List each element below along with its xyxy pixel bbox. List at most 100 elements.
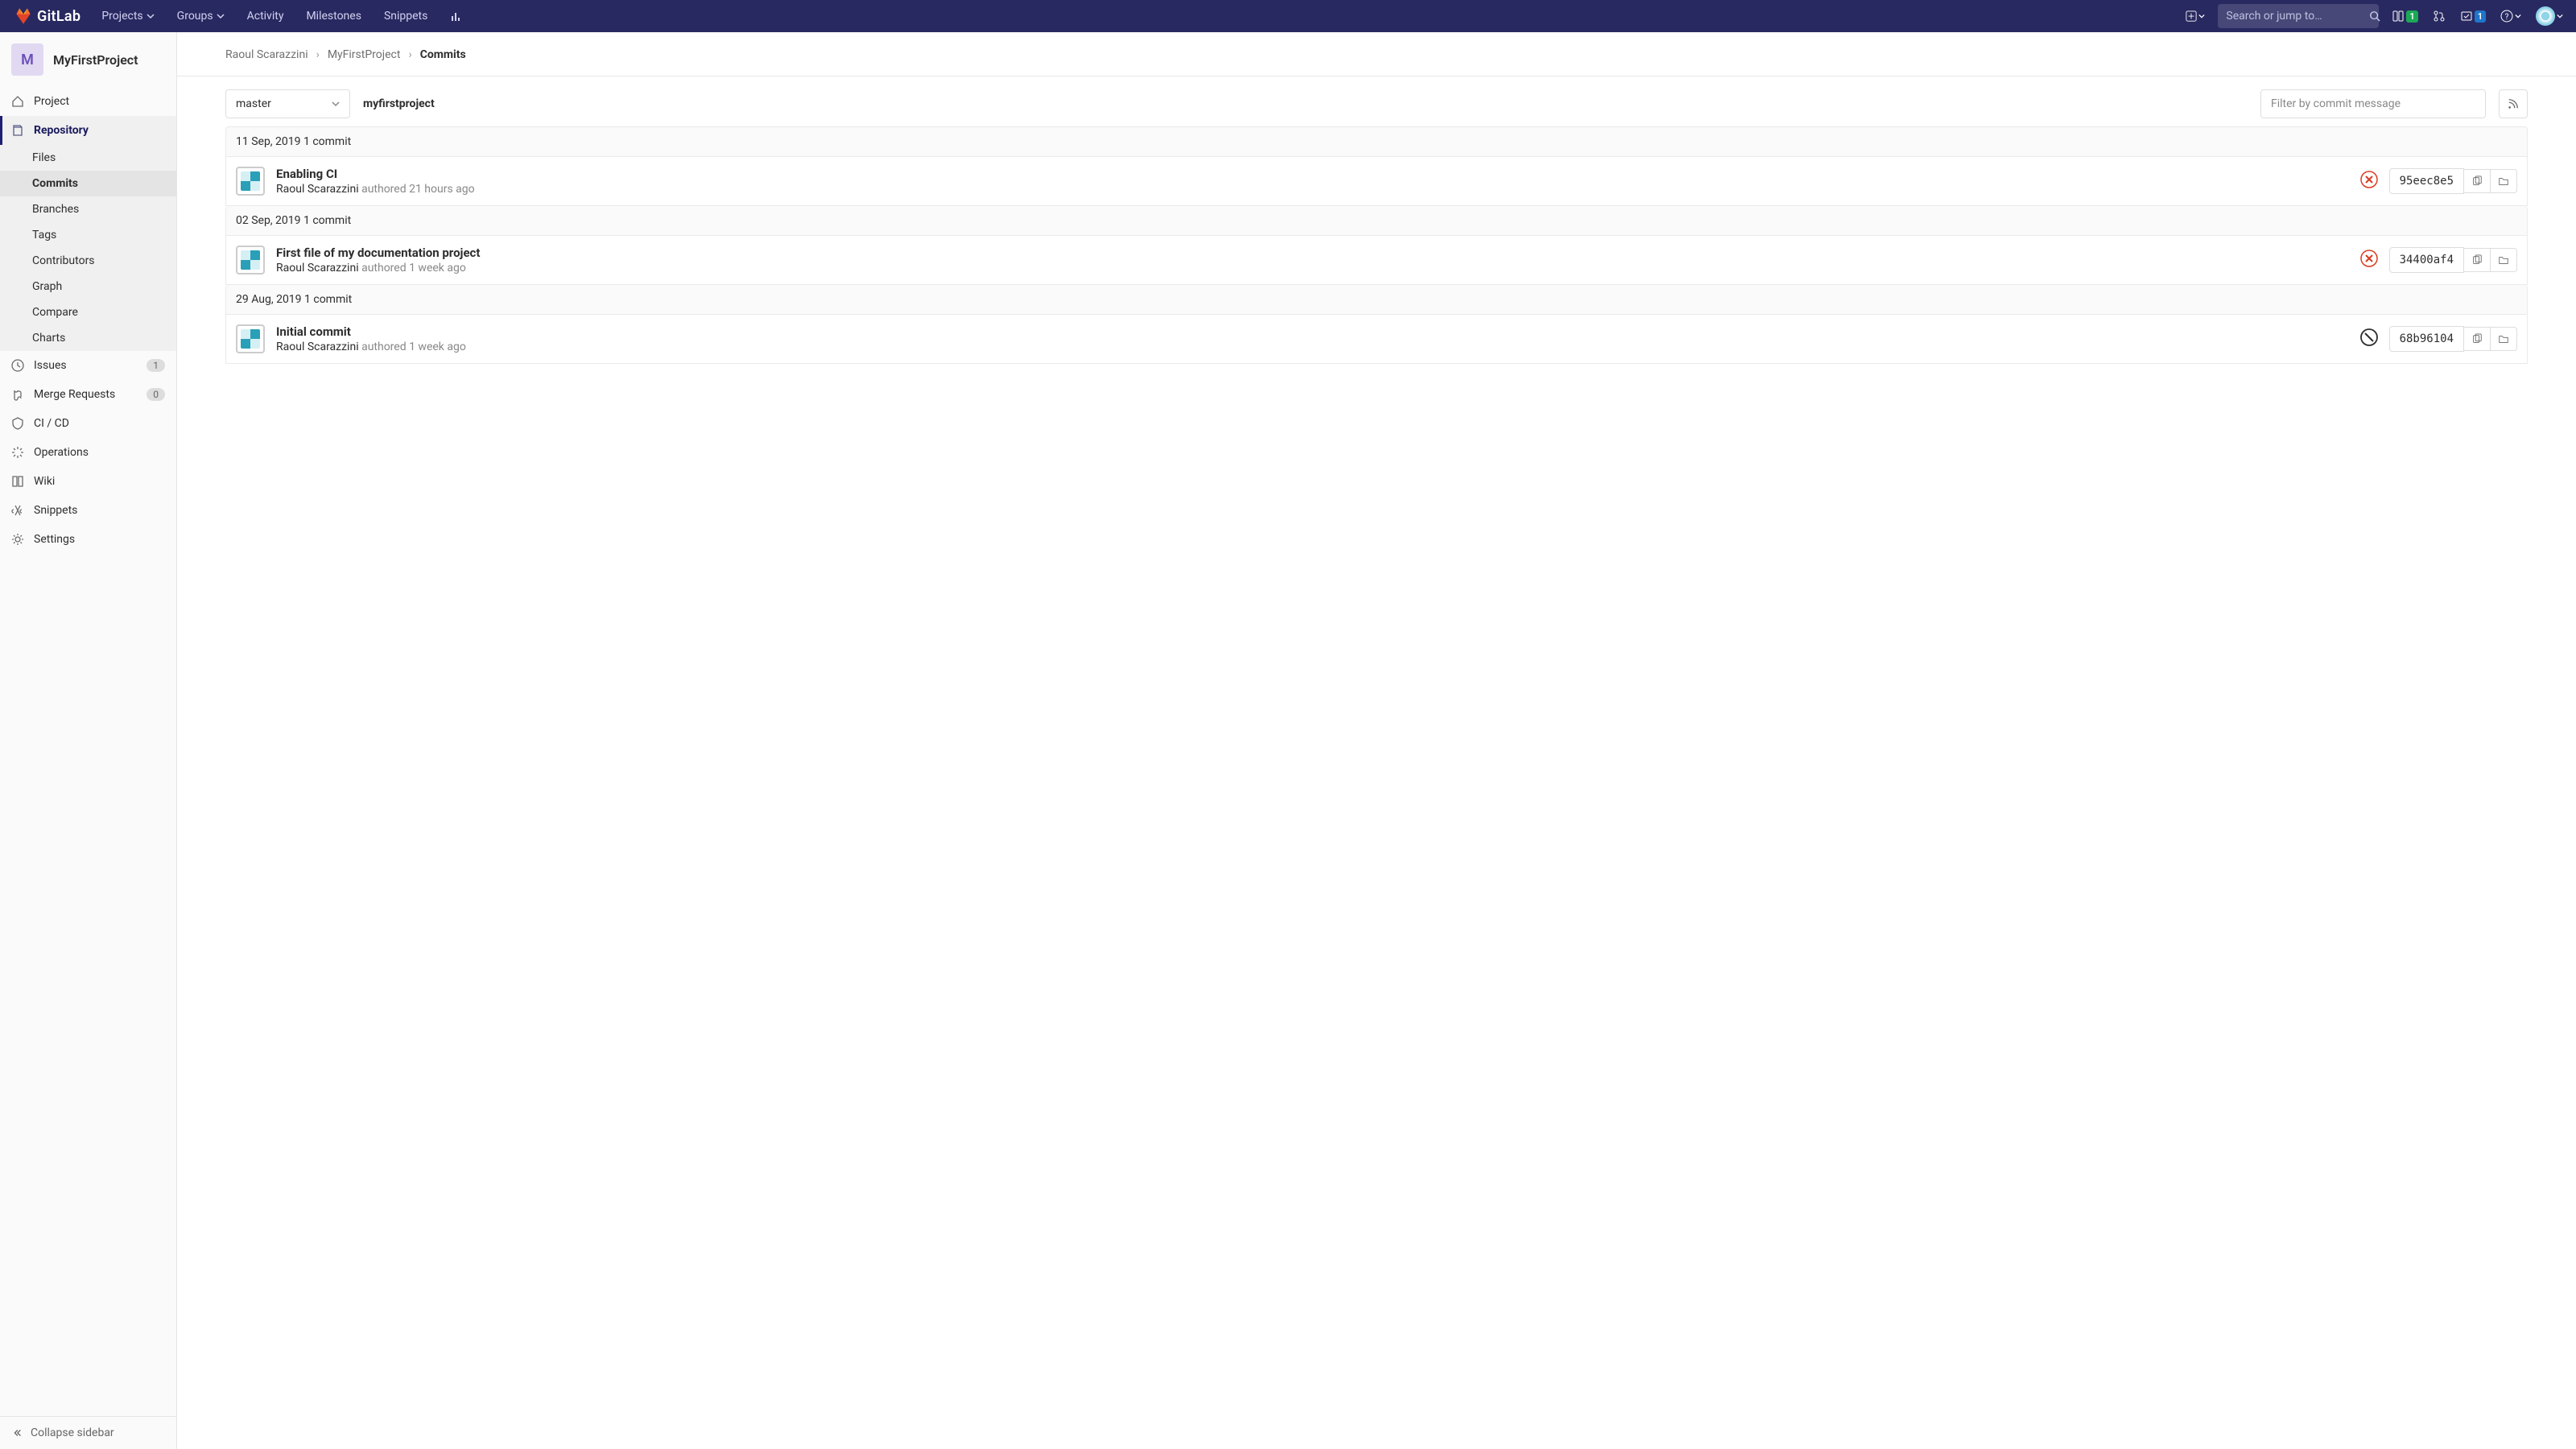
sidebar-sub-commits[interactable]: Commits	[0, 171, 176, 196]
browse-files-button[interactable]	[2491, 327, 2517, 351]
sidebar-item-ci-cd[interactable]: CI / CD	[0, 409, 176, 438]
copy-sha-button[interactable]	[2464, 169, 2491, 193]
collapse-label: Collapse sidebar	[31, 1426, 114, 1439]
pipelines-link[interactable]: 1	[2385, 0, 2424, 32]
commit-row: Enabling CI Raoul Scarazzini authored 21…	[225, 157, 2528, 206]
nav-icon	[11, 533, 24, 546]
browse-files-button[interactable]	[2491, 169, 2517, 193]
commit-sha[interactable]: 34400af4	[2389, 247, 2464, 273]
commit-avatar[interactable]	[236, 167, 265, 196]
copy-icon	[2471, 254, 2483, 266]
nav-icon	[11, 359, 24, 372]
commit-author-link[interactable]: Raoul Scarazzini	[276, 262, 359, 275]
copy-sha-button[interactable]	[2464, 248, 2491, 272]
commit-title-link[interactable]: Enabling CI	[276, 167, 2349, 181]
pipeline-icon	[2392, 10, 2405, 23]
search-input[interactable]	[2226, 10, 2369, 23]
sidebar-item-label: Project	[34, 95, 69, 108]
group-date: 11 Sep, 2019	[236, 135, 301, 148]
repo-path[interactable]: myfirstproject	[363, 97, 435, 110]
branch-select[interactable]: master	[225, 89, 350, 118]
sidebar-item-merge-requests[interactable]: Merge Requests0	[0, 380, 176, 409]
sidebar-item-label: Wiki	[34, 475, 55, 488]
group-count: 1 commit	[303, 214, 351, 227]
pipeline-status[interactable]	[2360, 171, 2378, 192]
chevron-down-icon	[2515, 13, 2521, 19]
commit-author-link[interactable]: Raoul Scarazzini	[276, 183, 359, 196]
sidebar-item-label: Settings	[34, 533, 75, 546]
main-content: Raoul Scarazzini › MyFirstProject › Comm…	[177, 32, 2576, 1449]
todos-badge: 1	[2475, 10, 2486, 23]
chevron-down-icon	[217, 12, 225, 20]
status-failed-icon	[2360, 171, 2378, 188]
nav-icon	[11, 475, 24, 488]
commit-title-link[interactable]: Initial commit	[276, 324, 2349, 339]
browse-files-button[interactable]	[2491, 248, 2517, 272]
sidebar-sub-charts[interactable]: Charts	[0, 325, 176, 351]
nav-icon	[11, 504, 24, 517]
commit-authored-text: authored 1 week ago	[361, 341, 466, 353]
brand[interactable]: GitLab	[6, 7, 89, 25]
pipeline-status[interactable]	[2360, 250, 2378, 270]
branch-select-value: master	[236, 97, 271, 110]
merge-requests-link[interactable]	[2426, 0, 2452, 32]
brand-text: GitLab	[37, 8, 80, 25]
breadcrumb-project[interactable]: MyFirstProject	[328, 48, 401, 61]
nav-icon	[11, 446, 24, 459]
sidebar-item-operations[interactable]: Operations	[0, 438, 176, 467]
project-header[interactable]: M MyFirstProject	[0, 32, 176, 87]
todos-link[interactable]: 1	[2454, 0, 2492, 32]
commit-title-link[interactable]: First file of my documentation project	[276, 246, 2349, 260]
breadcrumbs: Raoul Scarazzini › MyFirstProject › Comm…	[225, 32, 2528, 76]
collapse-sidebar[interactable]: Collapse sidebar	[0, 1416, 176, 1449]
sidebar-item-settings[interactable]: Settings	[0, 525, 176, 554]
sidebar-item-count: 1	[147, 359, 165, 372]
folder-icon	[2498, 333, 2509, 345]
sidebar-sub-contributors[interactable]: Contributors	[0, 248, 176, 274]
rss-feed-button[interactable]	[2499, 89, 2528, 118]
nav-analytics-icon[interactable]	[440, 0, 473, 32]
chevron-down-icon	[332, 100, 340, 108]
sidebar-item-wiki[interactable]: Wiki	[0, 467, 176, 496]
sidebar-sub-compare[interactable]: Compare	[0, 299, 176, 325]
sidebar-item-project[interactable]: Project	[0, 87, 176, 116]
nav-activity[interactable]: Activity	[237, 0, 294, 32]
nav-snippets[interactable]: Snippets	[374, 0, 437, 32]
project-name: MyFirstProject	[53, 52, 138, 68]
sidebar-item-issues[interactable]: Issues1	[0, 351, 176, 380]
commit-avatar[interactable]	[236, 324, 265, 353]
new-dropdown[interactable]	[2179, 0, 2211, 32]
sidebar-item-snippets[interactable]: Snippets	[0, 496, 176, 525]
user-menu[interactable]	[2529, 0, 2570, 32]
sidebar-sub-files[interactable]: Files	[0, 145, 176, 171]
sidebar-sub-graph[interactable]: Graph	[0, 274, 176, 299]
gitlab-logo-icon	[14, 7, 32, 25]
sidebar-sub-branches[interactable]: Branches	[0, 196, 176, 222]
sidebar-item-repository[interactable]: Repository	[0, 116, 176, 145]
nav-projects[interactable]: Projects	[92, 0, 163, 32]
identicon-icon	[241, 250, 260, 270]
commit-sha[interactable]: 95eec8e5	[2389, 168, 2464, 194]
commit-filter-input[interactable]	[2260, 89, 2486, 118]
nav-milestones[interactable]: Milestones	[296, 0, 371, 32]
folder-icon	[2498, 254, 2509, 266]
nav-icon	[11, 124, 24, 137]
global-search[interactable]	[2218, 4, 2379, 28]
commit-authored-text: authored 1 week ago	[361, 262, 466, 275]
help-dropdown[interactable]: ?	[2494, 0, 2528, 32]
commit-avatar[interactable]	[236, 246, 265, 275]
pipeline-status[interactable]	[2360, 328, 2378, 349]
sidebar-item-count: 0	[147, 388, 165, 401]
commit-author-link[interactable]: Raoul Scarazzini	[276, 341, 359, 353]
nav-groups[interactable]: Groups	[167, 0, 234, 32]
sidebar-sub-tags[interactable]: Tags	[0, 222, 176, 248]
commit-sha[interactable]: 68b96104	[2389, 326, 2464, 352]
pipeline-badge: 1	[2406, 10, 2417, 23]
sidebar-item-label: Repository	[34, 124, 89, 137]
commit-date-group: 11 Sep, 2019 1 commit	[225, 126, 2528, 157]
group-date: 29 Aug, 2019	[236, 293, 302, 306]
breadcrumb-owner[interactable]: Raoul Scarazzini	[225, 48, 308, 61]
chart-bar-icon	[450, 10, 463, 23]
sidebar-item-label: CI / CD	[34, 417, 69, 430]
copy-sha-button[interactable]	[2464, 327, 2491, 351]
